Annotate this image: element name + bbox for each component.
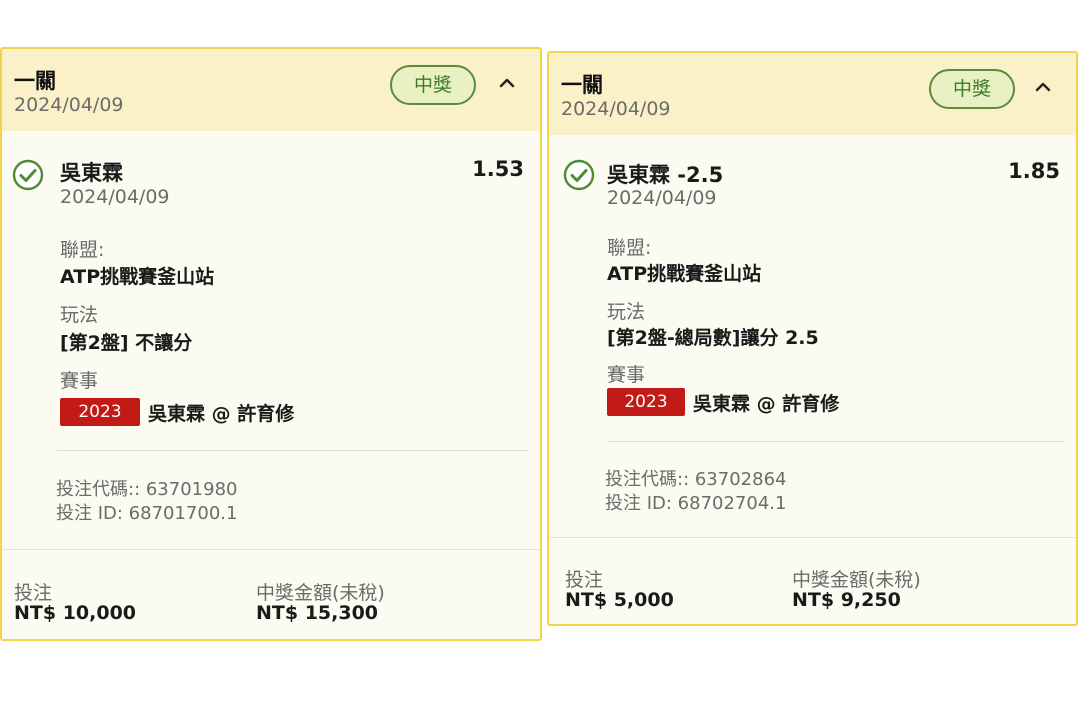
status-badge: 中獎 bbox=[390, 65, 476, 105]
selection-name: 吳東霖 bbox=[60, 161, 123, 185]
winnings-value: NT$ 9,250 bbox=[792, 589, 901, 611]
check-circle-icon bbox=[12, 159, 44, 191]
bet-id: 投注 ID: 68701700.1 bbox=[56, 503, 238, 524]
winnings-value: NT$ 15,300 bbox=[256, 602, 379, 624]
bet-type-title: 一關 bbox=[561, 73, 603, 97]
event-label: 賽事 bbox=[60, 370, 99, 392]
event-row: 2023 吳東霖 @ 許育修 bbox=[60, 398, 294, 428]
bet-card-footer: 投注 NT$ 10,000 中獎金額(未稅) NT$ 15,300 bbox=[2, 549, 540, 639]
event-year-badge: 2023 bbox=[60, 398, 140, 426]
bet-code: 投注代碼:: 63701980 bbox=[56, 479, 238, 500]
bet-id: 投注 ID: 68702704.1 bbox=[605, 493, 787, 514]
league-value: ATP挑戰賽釜山站 bbox=[60, 266, 215, 288]
league-value: ATP挑戰賽釜山站 bbox=[607, 263, 762, 285]
selection-date: 2024/04/09 bbox=[607, 187, 717, 209]
play-type-value: [第2盤] 不讓分 bbox=[60, 332, 193, 354]
divider bbox=[57, 450, 528, 451]
event-match: 吳東霖 @ 許育修 bbox=[148, 402, 295, 425]
divider bbox=[607, 441, 1064, 442]
winnings-label: 中獎金額(未稅) bbox=[792, 569, 921, 591]
bet-code: 投注代碼:: 63702864 bbox=[605, 469, 787, 490]
league-label: 聯盟: bbox=[607, 237, 652, 259]
chevron-up-icon[interactable] bbox=[497, 73, 517, 93]
bet-card-header[interactable]: 一關 2024/04/09 中獎 bbox=[2, 49, 540, 131]
event-label: 賽事 bbox=[607, 364, 646, 386]
stake-label: 投注 bbox=[14, 582, 53, 604]
bet-card: 一關 2024/04/09 中獎 吳東霖 -2.5 1.85 2024/04/0… bbox=[547, 51, 1078, 626]
check-circle-icon bbox=[563, 159, 595, 191]
stake-value: NT$ 5,000 bbox=[565, 589, 674, 611]
league-label: 聯盟: bbox=[60, 239, 105, 261]
bet-card-header[interactable]: 一關 2024/04/09 中獎 bbox=[549, 53, 1076, 135]
bet-header-date: 2024/04/09 bbox=[14, 94, 124, 116]
selection-odds: 1.53 bbox=[472, 157, 524, 181]
status-badge: 中獎 bbox=[929, 69, 1015, 109]
bet-card-footer: 投注 NT$ 5,000 中獎金額(未稅) NT$ 9,250 bbox=[549, 537, 1076, 624]
stake-label: 投注 bbox=[565, 569, 604, 591]
winnings-label: 中獎金額(未稅) bbox=[256, 582, 385, 604]
event-year-badge: 2023 bbox=[607, 388, 685, 416]
play-type-label: 玩法 bbox=[60, 304, 99, 326]
bet-type-title: 一關 bbox=[14, 69, 56, 93]
stake-value: NT$ 10,000 bbox=[14, 602, 137, 624]
play-type-value: [第2盤-總局數]讓分 2.5 bbox=[607, 327, 819, 349]
selection-name: 吳東霖 -2.5 bbox=[607, 163, 724, 187]
event-match: 吳東霖 @ 許育修 bbox=[693, 392, 840, 415]
bet-card: 一關 2024/04/09 中獎 吳東霖 1.53 2024/04/09 聯盟:… bbox=[0, 47, 542, 641]
bet-header-date: 2024/04/09 bbox=[561, 98, 671, 120]
selection-odds: 1.85 bbox=[1008, 159, 1060, 183]
chevron-up-icon[interactable] bbox=[1033, 77, 1053, 97]
play-type-label: 玩法 bbox=[607, 301, 646, 323]
selection-date: 2024/04/09 bbox=[60, 186, 170, 208]
event-row: 2023 吳東霖 @ 許育修 bbox=[607, 388, 839, 418]
